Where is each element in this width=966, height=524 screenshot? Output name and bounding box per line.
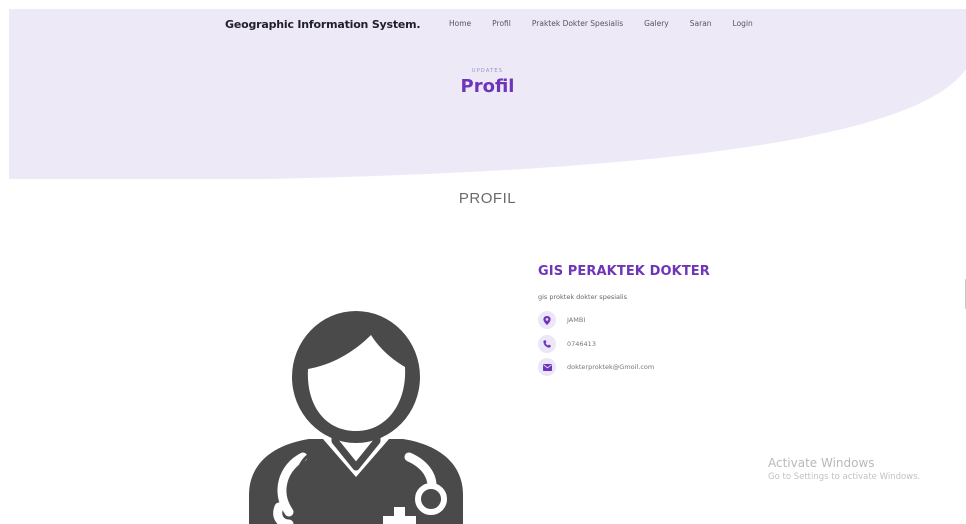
location-pin-icon <box>538 311 556 329</box>
nav-link-saran[interactable]: Saran <box>690 19 712 28</box>
nav-links: Home Profil Praktek Dokter Spesialis Gal… <box>449 19 774 28</box>
contact-email-text[interactable]: dokterproktek@Gmoil.com <box>567 363 654 371</box>
contact-location-text: JAMBI <box>567 316 586 324</box>
profile-name: GIS PERAKTEK DOKTER <box>538 264 710 279</box>
hero-eyebrow: UPDATES <box>471 68 504 74</box>
brand-logo-text[interactable]: Geographic Information System. <box>225 18 421 31</box>
contact-phone-text: 0746413 <box>567 340 596 348</box>
contact-row-location: JAMBI <box>538 311 585 329</box>
section-title: PROFIL <box>458 190 517 207</box>
phone-icon <box>538 335 556 353</box>
contact-row-phone: 0746413 <box>538 335 596 353</box>
profile-description: gis proktek dokter spesialis <box>538 293 627 301</box>
activate-windows-title: Activate Windows <box>768 456 875 470</box>
contact-row-email: dokterproktek@Gmoil.com <box>538 358 654 376</box>
activate-windows-subtitle: Go to Settings to activate Windows. <box>768 472 921 482</box>
nav-link-profil[interactable]: Profil <box>492 19 511 28</box>
navbar: Geographic Information System. Home Prof… <box>9 9 966 41</box>
doctor-avatar-icon <box>249 311 463 524</box>
page: Geographic Information System. Home Prof… <box>9 9 966 524</box>
nav-link-home[interactable]: Home <box>449 19 471 28</box>
hero-title: Profil <box>460 76 515 97</box>
envelope-icon <box>538 358 556 376</box>
nav-link-praktek-dokter-spesialis[interactable]: Praktek Dokter Spesialis <box>532 19 623 28</box>
nav-link-login[interactable]: Login <box>733 19 753 28</box>
activate-windows-watermark: Activate Windows Go to Settings to activ… <box>768 456 920 482</box>
nav-link-galery[interactable]: Galery <box>644 19 669 28</box>
